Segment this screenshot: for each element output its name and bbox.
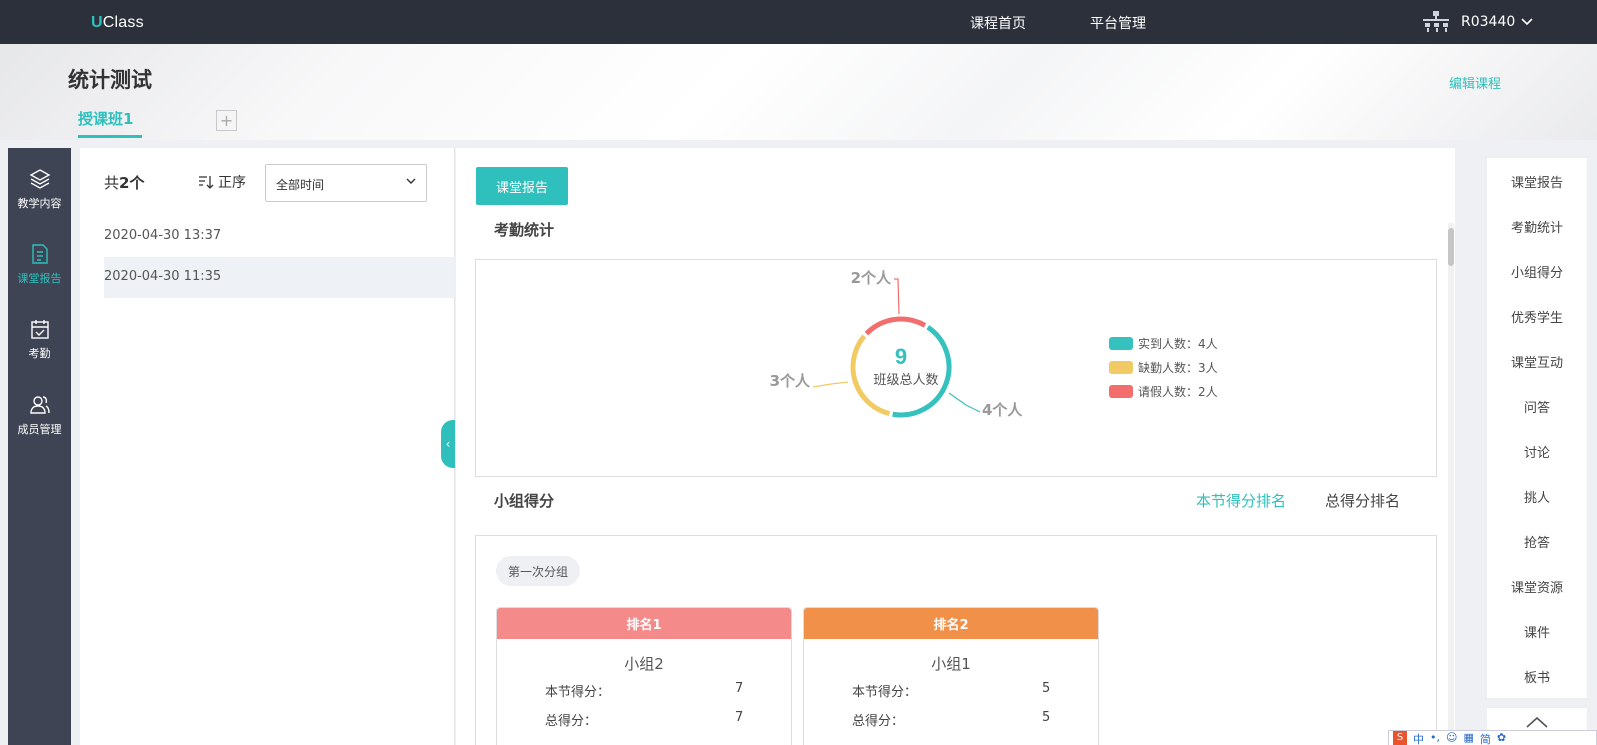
course-title: 统计测试 — [68, 68, 152, 92]
sidebar-item-class-report[interactable]: 课堂报告 — [8, 243, 71, 286]
group-name: 小组2 — [624, 655, 664, 673]
class-report-button[interactable]: 课堂报告 — [476, 167, 568, 205]
callout-line-leave — [894, 278, 900, 315]
collapse-panel-button[interactable]: ‹ — [441, 420, 455, 468]
ime-logo-icon: S — [1393, 731, 1407, 745]
main-scrollbar[interactable] — [1448, 223, 1454, 745]
donut-slice-present[interactable] — [892, 325, 952, 418]
layers-icon — [29, 169, 50, 189]
right-nav-blackboard[interactable]: 板书 — [1487, 667, 1587, 686]
attendance-chart-box: 9 班级总人数 4个人 3个人 2个人 实到人数：4人 缺勤人数：3人 请假人数… — [475, 259, 1437, 477]
top-bar: UClass 课程首页 平台管理 R03440 — [0, 0, 1597, 44]
uclass-logo[interactable]: UClass — [91, 14, 144, 32]
ime-settings-icon[interactable]: ✿ — [1497, 731, 1506, 744]
donut-slice-leave[interactable] — [864, 316, 927, 336]
tab-class-1[interactable]: 授课班1 — [78, 108, 142, 138]
ime-emoji-icon[interactable]: ☺ — [1446, 731, 1457, 744]
course-header: 统计测试 编辑课程 授课班1 + — [0, 44, 1597, 140]
org-chart-icon — [1423, 11, 1449, 32]
right-nav-discussion[interactable]: 讨论 — [1487, 442, 1587, 461]
chevron-down-icon — [1521, 18, 1533, 26]
chart-legend: 实到人数：4人 缺勤人数：3人 请假人数：2人 — [1109, 336, 1218, 399]
records-panel: 共2个 正序 全部时间 2020-04-30 13:37 2020-04-30 … — [80, 148, 455, 745]
slice-label-present: 4个人 — [982, 401, 1023, 419]
main-content: 课堂报告 考勤统计 9 班级总人数 4个人 3个人 2个人 实到人数：4人 缺勤… — [456, 148, 1455, 745]
right-nav-quick-answer[interactable]: 抢答 — [1487, 532, 1587, 551]
right-nav-qa[interactable]: 问答 — [1487, 397, 1587, 416]
legend-swatch-leave — [1109, 385, 1133, 398]
sidebar-item-attendance[interactable]: 考勤 — [8, 318, 71, 361]
nav-course-home[interactable]: 课程首页 — [970, 13, 1026, 33]
legend-leave: 请假人数：2人 — [1138, 384, 1218, 399]
legend-present: 实到人数：4人 — [1138, 336, 1218, 351]
slice-label-absent: 3个人 — [770, 372, 811, 390]
left-sidebar: 教学内容 课堂报告 考勤 成员管理 — [8, 148, 71, 745]
ime-toolbar[interactable]: S 中 •, ☺ ▦ 简 ✿ — [1388, 730, 1597, 745]
session-score-row: 本节得分： 7 — [545, 681, 744, 700]
chevron-left-icon: ‹ — [445, 437, 451, 451]
tab-session-score-ranking[interactable]: 本节得分排名 — [1196, 490, 1286, 511]
rank-card: 排名2 小组1 本节得分： 5 总得分： 5 — [803, 607, 1099, 745]
callout-line-present — [948, 392, 981, 413]
sidebar-item-teaching-content[interactable]: 教学内容 — [8, 168, 71, 211]
right-nav-group-score[interactable]: 小组得分 — [1487, 262, 1587, 281]
scrollbar-thumb[interactable] — [1448, 228, 1454, 266]
group-score-box: 第一次分组 排名1 小组2 本节得分： 7 总得分： 7 排名2 小组1 本节得分：… — [475, 535, 1437, 745]
group-name: 小组1 — [931, 655, 971, 673]
username: R03440 — [1461, 14, 1516, 30]
slice-label-leave: 2个人 — [851, 269, 892, 287]
chevron-up-icon — [1526, 716, 1548, 728]
right-nav-attendance[interactable]: 考勤统计 — [1487, 217, 1587, 236]
calendar-check-icon — [30, 320, 49, 339]
document-icon — [31, 244, 48, 264]
donut-center-label: 班级总人数 — [873, 373, 938, 388]
legend-swatch-present — [1109, 337, 1133, 350]
ime-keyboard-icon[interactable]: ▦ — [1463, 731, 1473, 744]
add-class-button[interactable]: + — [216, 110, 237, 131]
legend-swatch-absent — [1109, 361, 1133, 374]
sort-icon — [199, 176, 214, 189]
right-nav-pick[interactable]: 挑人 — [1487, 487, 1587, 506]
attendance-donut-chart: 9 班级总人数 4个人 3个人 2个人 实到人数：4人 缺勤人数：3人 请假人数… — [770, 269, 1218, 419]
tab-total-score-ranking[interactable]: 总得分排名 — [1325, 490, 1400, 511]
right-nav-top-students[interactable]: 优秀学生 — [1487, 307, 1587, 326]
right-nav-class-report[interactable]: 课堂报告 — [1487, 172, 1587, 191]
rank-badge: 排名2 — [804, 608, 1098, 639]
callout-line-absent — [812, 381, 849, 388]
nav-platform-management[interactable]: 平台管理 — [1090, 13, 1146, 33]
right-section-nav: 课堂报告 考勤统计 小组得分 优秀学生 课堂互动 问答 讨论 挑人 抢答 课堂资… — [1486, 157, 1588, 699]
legend-absent: 缺勤人数：3人 — [1138, 360, 1218, 375]
sidebar-item-member-management[interactable]: 成员管理 — [8, 394, 71, 437]
right-nav-courseware[interactable]: 课件 — [1487, 622, 1587, 641]
session-score-row: 本节得分： 5 — [852, 681, 1051, 700]
grouping-tag[interactable]: 第一次分组 — [496, 556, 581, 586]
user-menu[interactable]: R03440 — [1423, 10, 1543, 34]
record-item[interactable]: 2020-04-30 13:37 — [104, 216, 455, 257]
time-filter-select[interactable]: 全部时间 — [265, 164, 427, 202]
rank-card: 排名1 小组2 本节得分： 7 总得分： 7 — [496, 607, 792, 745]
ime-chinese-mode[interactable]: 中 — [1413, 731, 1424, 745]
ime-simplified[interactable]: 简 — [1480, 731, 1491, 745]
edit-course-link[interactable]: 编辑课程 — [1449, 73, 1501, 92]
chevron-down-icon — [406, 178, 416, 184]
donut-center-value: 9 — [895, 344, 907, 369]
users-icon — [29, 396, 50, 414]
record-item-selected[interactable]: 2020-04-30 11:35 — [104, 257, 455, 298]
ime-punctuation-icon[interactable]: •, — [1430, 731, 1440, 744]
attendance-section-title: 考勤统计 — [494, 221, 555, 239]
sort-order-button[interactable]: 正序 — [198, 172, 246, 192]
total-score-row: 总得分： 7 — [545, 710, 744, 729]
record-count: 共2个 — [104, 174, 145, 192]
total-score-row: 总得分： 5 — [852, 710, 1051, 729]
right-nav-interaction[interactable]: 课堂互动 — [1487, 352, 1587, 371]
rank-badge: 排名1 — [497, 608, 791, 639]
group-score-section-title: 小组得分 — [494, 492, 555, 510]
right-nav-resources[interactable]: 课堂资源 — [1487, 577, 1587, 596]
